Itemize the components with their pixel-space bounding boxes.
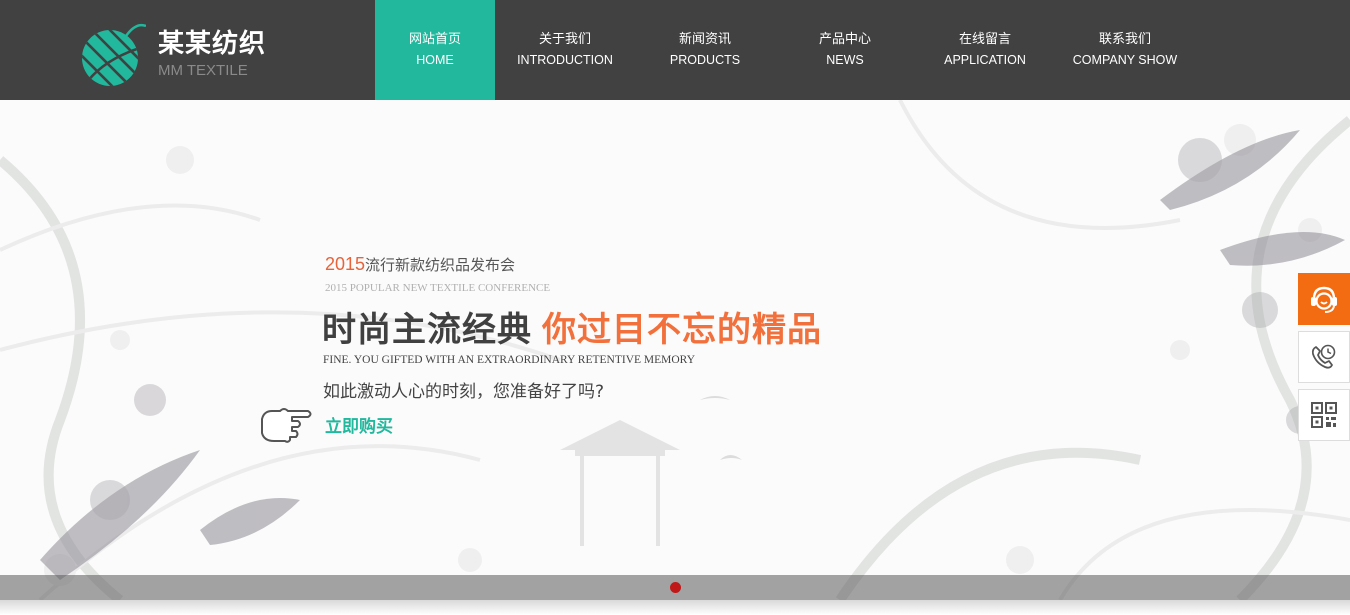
site-header: 某某纺织 MM TEXTILE 网站首页 HOME 关于我们 INTRODUCT…	[0, 0, 1350, 100]
banner-question: 如此激动人心的时刻，您准备好了吗?	[323, 382, 605, 402]
nav-label-en: APPLICATION	[944, 53, 1026, 67]
nav-label-cn: 网站首页	[408, 32, 461, 47]
hero-banner[interactable]: 2015流行新款纺织品发布会 2015 POPULAR NEW TEXTILE …	[0, 100, 1350, 600]
nav-item-home[interactable]: 网站首页 HOME	[375, 0, 495, 100]
floating-side-toolbar	[1298, 273, 1350, 447]
brand-subtitle: MM TEXTILE	[158, 62, 248, 79]
phone-call-icon	[1311, 344, 1336, 369]
banner-bottom-shadow	[0, 600, 1350, 615]
kicker-text: 流行新款纺织品发布会	[365, 256, 516, 274]
nav-label-cn: 产品中心	[818, 32, 871, 47]
site-logo[interactable]: 某某纺织 MM TEXTILE	[78, 18, 278, 86]
nav-label-en: COMPANY SHOW	[1072, 53, 1178, 67]
qr-code-icon	[1311, 402, 1337, 428]
nav-label-en: PRODUCTS	[669, 53, 741, 67]
brand-name: 某某纺织	[158, 29, 267, 59]
slider-pagination	[0, 575, 1350, 600]
customer-service-icon	[1311, 286, 1337, 313]
slide-dot-active[interactable]	[670, 582, 681, 593]
nav-item-products[interactable]: 产品中心 NEWS	[775, 0, 915, 100]
kicker-year: 2015	[325, 254, 366, 274]
nav-label-en: HOME	[416, 53, 454, 67]
qr-code-button[interactable]	[1298, 389, 1350, 441]
customer-service-button[interactable]	[1298, 273, 1350, 325]
nav-label-cn: 在线留言	[958, 32, 1011, 47]
nav-label-en: NEWS	[826, 53, 864, 67]
headline-main: 时尚主流经典	[322, 310, 532, 350]
banner-headline: 时尚主流经典 你过目不忘的精品	[322, 302, 822, 351]
main-nav: 网站首页 HOME 关于我们 INTRODUCTION 新闻资讯 PRODUCT…	[375, 0, 1195, 100]
nav-label-cn: 关于我们	[538, 32, 591, 47]
nav-item-about[interactable]: 关于我们 INTRODUCTION	[495, 0, 635, 100]
nav-label-cn: 联系我们	[1098, 32, 1151, 47]
buy-now-button[interactable]: 立即购买	[325, 412, 393, 437]
banner-kicker: 2015流行新款纺织品发布会	[325, 254, 515, 275]
nav-item-news[interactable]: 新闻资讯 PRODUCTS	[635, 0, 775, 100]
kicker-english: 2015 POPULAR NEW TEXTILE CONFERENCE	[325, 282, 551, 294]
banner-tagline-english: FINE. YOU GIFTED WITH AN EXTRAORDINARY R…	[323, 354, 696, 366]
phone-button[interactable]	[1298, 331, 1350, 383]
yarn-ball-logo-icon	[82, 23, 146, 86]
nav-item-message[interactable]: 在线留言 APPLICATION	[915, 0, 1055, 100]
nav-label-cn: 新闻资讯	[678, 32, 731, 47]
headline-accent: 你过目不忘的精品	[542, 310, 822, 350]
nav-item-contact[interactable]: 联系我们 COMPANY SHOW	[1055, 0, 1195, 100]
nav-label-en: INTRODUCTION	[517, 53, 613, 67]
pointing-hand-icon	[261, 408, 312, 443]
